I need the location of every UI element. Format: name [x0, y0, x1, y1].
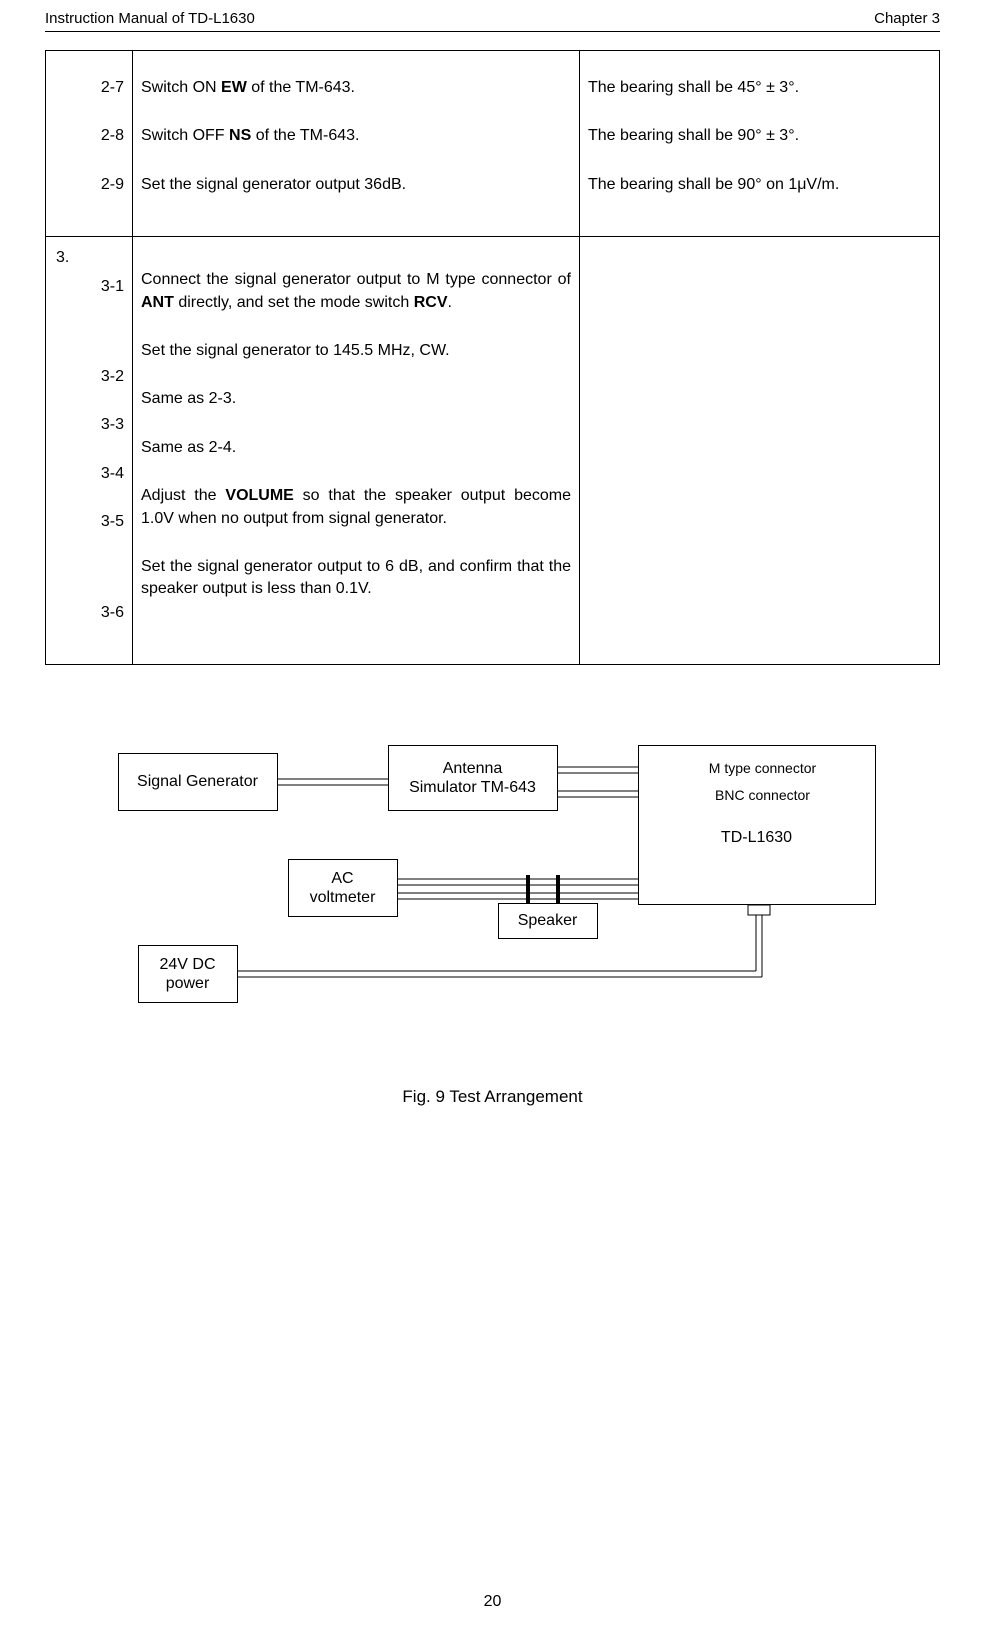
page: Instruction Manual of TD-L1630 Chapter 3…: [0, 0, 985, 1625]
td-l1630-box: M type connector BNC connector TD-L1630: [638, 745, 876, 905]
step-text-bold: VOLUME: [225, 487, 293, 504]
step-number: 3-2: [101, 368, 124, 385]
step-text: Set the signal generator to 145.5 MHz, C…: [141, 342, 450, 359]
power-box: 24V DC power: [138, 945, 238, 1003]
antenna-simulator-box: Antenna Simulator TM-643: [388, 745, 558, 811]
connector-label: M type connector: [639, 760, 875, 777]
connector-label: BNC connector: [639, 787, 875, 804]
step-text: Set the signal generator output to 6 dB,…: [141, 558, 571, 597]
box-label: AC: [331, 869, 353, 888]
step-text-bold: NS: [229, 127, 251, 144]
signal-generator-box: Signal Generator: [118, 753, 278, 811]
box-label: Signal Generator: [137, 772, 258, 791]
step-number: 2-9: [101, 176, 124, 193]
judge-text: The bearing shall be 90° ± 3°.: [588, 127, 799, 144]
judge-text: The bearing shall be 90° on 1μV/m.: [588, 176, 839, 193]
box-label: 24V DC: [159, 955, 215, 974]
step-text-bold: ANT: [141, 294, 174, 311]
procedure-column: Connect the signal generator output to M…: [133, 237, 580, 665]
page-number: 20: [0, 1591, 985, 1613]
header-right: Chapter 3: [874, 8, 940, 29]
box-label: TD-L1630: [639, 828, 875, 847]
procedure-table: 2-7 2-8 2-9 Switch ON EW of the TM-643. …: [45, 50, 940, 665]
step-number: 2-7: [101, 79, 124, 96]
step-text: Connect the signal generator output to M…: [141, 271, 571, 288]
step-text: of the TM-643.: [247, 79, 355, 96]
ac-voltmeter-box: AC voltmeter: [288, 859, 398, 917]
step-column: 3. 3-1 3-2 3-3 3-4 3-5 3-6: [46, 237, 133, 665]
step-text: Adjust the: [141, 487, 225, 504]
figure-caption: Fig. 9 Test Arrangement: [45, 1085, 940, 1109]
step-column: 2-7 2-8 2-9: [46, 51, 133, 237]
section-number: 3.: [56, 249, 69, 266]
step-text: Switch OFF: [141, 127, 229, 144]
step-number: 3-3: [101, 416, 124, 433]
speaker-box: Speaker: [498, 903, 598, 939]
step-text: Switch ON: [141, 79, 221, 96]
step-number: 3-5: [101, 513, 124, 530]
box-label: voltmeter: [310, 888, 376, 907]
table-row: 3. 3-1 3-2 3-3 3-4 3-5 3-6 Connect the s…: [46, 237, 940, 665]
judge-text: The bearing shall be 45° ± 3°.: [588, 79, 799, 96]
judgement-column: The bearing shall be 45° ± 3°. The beari…: [580, 51, 940, 237]
step-text-bold: EW: [221, 79, 247, 96]
step-number: 3-1: [101, 278, 124, 295]
table-row: 2-7 2-8 2-9 Switch ON EW of the TM-643. …: [46, 51, 940, 237]
step-number: 3-4: [101, 465, 124, 482]
box-label: Simulator TM-643: [409, 778, 536, 797]
test-arrangement-diagram: Signal Generator Antenna Simulator TM-64…: [108, 745, 878, 1035]
procedure-column: Switch ON EW of the TM-643. Switch OFF N…: [133, 51, 580, 237]
step-text: Set the signal generator output 36dB.: [141, 176, 406, 193]
step-text: of the TM-643.: [251, 127, 359, 144]
step-text: .: [447, 294, 451, 311]
header-left: Instruction Manual of TD-L1630: [45, 8, 255, 29]
step-text: directly, and set the mode switch: [174, 294, 414, 311]
step-text-bold: RCV: [414, 294, 448, 311]
box-label: Speaker: [518, 911, 578, 930]
box-label: power: [166, 974, 210, 993]
box-label: Antenna: [443, 759, 503, 778]
page-header: Instruction Manual of TD-L1630 Chapter 3: [45, 8, 940, 32]
step-text: Same as 2-4.: [141, 439, 236, 456]
judgement-column: [580, 237, 940, 665]
step-text: Same as 2-3.: [141, 390, 236, 407]
step-number: 3-6: [101, 604, 124, 621]
step-number: 2-8: [101, 127, 124, 144]
